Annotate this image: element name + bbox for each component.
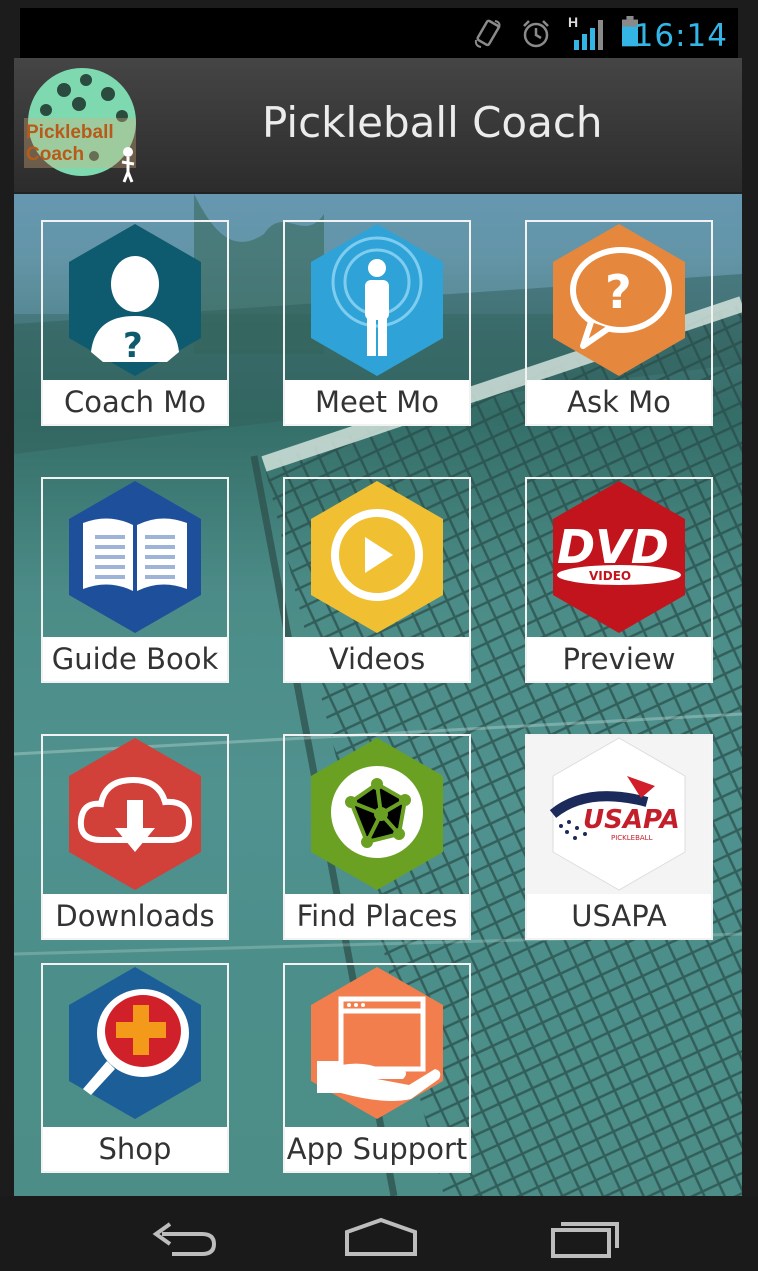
cloud-download-icon [43, 736, 227, 894]
tile-usapa[interactable]: USAPA PICKLEBALL USAPA [525, 734, 713, 940]
signal-h-icon: H [568, 14, 608, 52]
alarm-icon [523, 20, 549, 48]
svg-text:?: ? [123, 326, 143, 366]
tile-label: Find Places [285, 894, 469, 938]
tile-shop[interactable]: Shop [41, 963, 229, 1173]
play-icon [285, 479, 469, 637]
device-frame: H 16:14 Pickleball Coach Pickleball Coac… [0, 0, 758, 1271]
back-icon[interactable] [142, 1214, 222, 1258]
navigation-bar [0, 1196, 758, 1271]
app-logo[interactable]: Pickleball Coach [24, 66, 144, 188]
tile-downloads[interactable]: Downloads [41, 734, 229, 940]
rotate-icon [474, 19, 501, 48]
home-icon[interactable] [341, 1214, 421, 1258]
tile-meet-mo[interactable]: Meet Mo [283, 220, 471, 426]
book-icon [43, 479, 227, 637]
tile-label: Shop [43, 1127, 227, 1171]
usapa-logo-icon: USAPA PICKLEBALL [527, 736, 711, 894]
usapa-logo-text: USAPA [583, 805, 680, 835]
tile-label: Videos [285, 637, 469, 681]
tile-label: App Support [285, 1127, 469, 1171]
tile-find-places[interactable]: Find Places [283, 734, 471, 940]
tile-app-support[interactable]: App Support [283, 963, 471, 1173]
tile-label: Meet Mo [285, 380, 469, 424]
network-icon [285, 736, 469, 894]
tile-label: Guide Book [43, 637, 227, 681]
question-bubble-icon: ? [527, 222, 711, 380]
app-screen: Pickleball Coach Pickleball Coach ? Coac… [14, 58, 742, 1196]
status-bar: H 16:14 [20, 8, 738, 58]
tile-preview[interactable]: DVD VIDEO Preview [525, 477, 713, 683]
recents-icon[interactable] [545, 1214, 625, 1258]
app-title: Pickleball Coach [262, 98, 603, 147]
coach-question-icon: ? [43, 222, 227, 380]
support-hand-icon [285, 965, 469, 1123]
main-content: ? Coach Mo Meet Mo ? Ask Mo Guide Book V… [14, 194, 742, 1196]
tile-label: Ask Mo [527, 380, 711, 424]
tile-label: Coach Mo [43, 380, 227, 424]
shop-paddle-icon [43, 965, 227, 1123]
svg-text:?: ? [605, 265, 632, 319]
dvd-subtext: VIDEO [589, 569, 631, 583]
tile-guide-book[interactable]: Guide Book [41, 477, 229, 683]
usapa-logo-subtext: PICKLEBALL [611, 834, 653, 842]
logo-text-line-2: Coach [26, 144, 84, 165]
tile-videos[interactable]: Videos [283, 477, 471, 683]
tile-ask-mo[interactable]: ? Ask Mo [525, 220, 713, 426]
tile-label: Downloads [43, 894, 227, 938]
tile-coach-mo[interactable]: ? Coach Mo [41, 220, 229, 426]
action-bar: Pickleball Coach Pickleball Coach [14, 58, 742, 194]
dvd-icon: DVD VIDEO [527, 479, 711, 637]
status-clock: 16:14 [633, 18, 728, 54]
person-icon [285, 222, 469, 380]
logo-text-line-1: Pickleball [26, 122, 114, 143]
tile-label: Preview [527, 637, 711, 681]
tile-label: USAPA [527, 894, 711, 938]
